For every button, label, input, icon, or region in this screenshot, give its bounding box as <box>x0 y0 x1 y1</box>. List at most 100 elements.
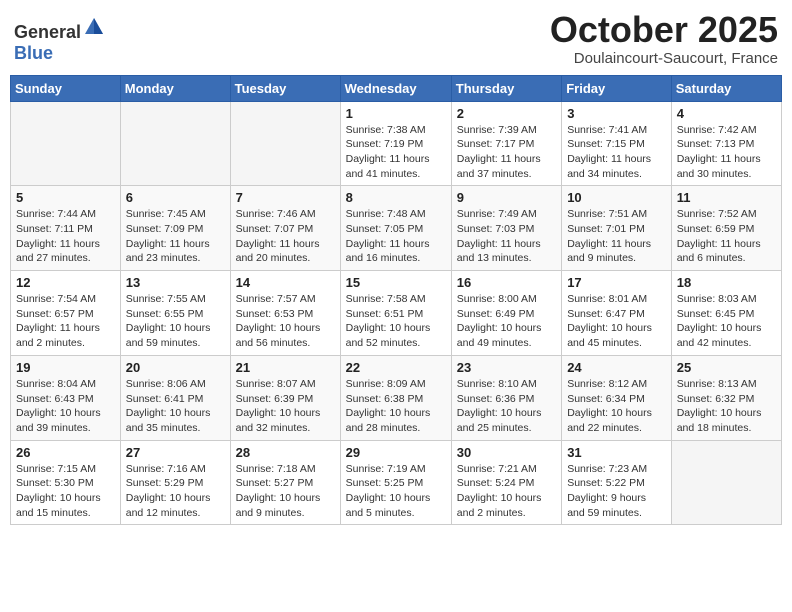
week-row-1: 1 Sunrise: 7:38 AMSunset: 7:19 PMDaylight… <box>11 101 782 186</box>
day-info: Sunrise: 8:12 AMSunset: 6:34 PMDaylight:… <box>567 377 666 436</box>
calendar-cell: 16 Sunrise: 8:00 AMSunset: 6:49 PMDayligh… <box>451 271 561 356</box>
calendar-cell: 3 Sunrise: 7:41 AMSunset: 7:15 PMDaylight… <box>562 101 672 186</box>
calendar-cell: 14 Sunrise: 7:57 AMSunset: 6:53 PMDayligh… <box>230 271 340 356</box>
day-number: 6 <box>126 190 225 205</box>
day-number: 4 <box>677 106 776 121</box>
weekday-header-row: SundayMondayTuesdayWednesdayThursdayFrid… <box>11 75 782 101</box>
weekday-header-sunday: Sunday <box>11 75 121 101</box>
calendar-cell <box>120 101 230 186</box>
calendar-cell: 13 Sunrise: 7:55 AMSunset: 6:55 PMDayligh… <box>120 271 230 356</box>
calendar-cell: 29 Sunrise: 7:19 AMSunset: 5:25 PMDayligh… <box>340 440 451 525</box>
day-info: Sunrise: 7:45 AMSunset: 7:09 PMDaylight:… <box>126 207 225 266</box>
day-info: Sunrise: 8:07 AMSunset: 6:39 PMDaylight:… <box>236 377 335 436</box>
calendar-cell: 22 Sunrise: 8:09 AMSunset: 6:38 PMDayligh… <box>340 355 451 440</box>
day-info: Sunrise: 7:21 AMSunset: 5:24 PMDaylight:… <box>457 462 556 521</box>
day-info: Sunrise: 7:49 AMSunset: 7:03 PMDaylight:… <box>457 207 556 266</box>
day-info: Sunrise: 8:00 AMSunset: 6:49 PMDaylight:… <box>457 292 556 351</box>
day-number: 24 <box>567 360 666 375</box>
weekday-header-monday: Monday <box>120 75 230 101</box>
day-info: Sunrise: 8:10 AMSunset: 6:36 PMDaylight:… <box>457 377 556 436</box>
week-row-2: 5Sunrise: 7:44 AMSunset: 7:11 PMDaylight… <box>11 186 782 271</box>
day-number: 2 <box>457 106 556 121</box>
calendar-cell: 6 Sunrise: 7:45 AMSunset: 7:09 PMDaylight… <box>120 186 230 271</box>
day-info: Sunrise: 7:23 AMSunset: 5:22 PMDaylight:… <box>567 462 666 521</box>
day-number: 28 <box>236 445 335 460</box>
calendar-cell: 31 Sunrise: 7:23 AMSunset: 5:22 PMDayligh… <box>562 440 672 525</box>
calendar-cell: 1 Sunrise: 7:38 AMSunset: 7:19 PMDaylight… <box>340 101 451 186</box>
calendar-cell: 26 Sunrise: 7:15 AMSunset: 5:30 PMDayligh… <box>11 440 121 525</box>
calendar-cell: 12 Sunrise: 7:54 AMSunset: 6:57 PMDayligh… <box>11 271 121 356</box>
day-info: Sunrise: 7:38 AMSunset: 7:19 PMDaylight:… <box>346 123 446 182</box>
day-info: Sunrise: 8:03 AMSunset: 6:45 PMDaylight:… <box>677 292 776 351</box>
calendar-cell: 4 Sunrise: 7:42 AMSunset: 7:13 PMDaylight… <box>671 101 781 186</box>
calendar-cell: 9 Sunrise: 7:49 AMSunset: 7:03 PMDaylight… <box>451 186 561 271</box>
calendar-cell: 15Sunrise: 7:58 AMSunset: 6:51 PMDayligh… <box>340 271 451 356</box>
day-number: 19 <box>16 360 115 375</box>
calendar-cell <box>230 101 340 186</box>
day-info: Sunrise: 8:09 AMSunset: 6:38 PMDaylight:… <box>346 377 446 436</box>
day-number: 12 <box>16 275 115 290</box>
weekday-header-wednesday: Wednesday <box>340 75 451 101</box>
day-number: 14 <box>236 275 335 290</box>
day-number: 22 <box>346 360 446 375</box>
day-number: 8 <box>346 190 446 205</box>
day-number: 13 <box>126 275 225 290</box>
calendar-cell: 18 Sunrise: 8:03 AMSunset: 6:45 PMDayligh… <box>671 271 781 356</box>
day-info: Sunrise: 7:55 AMSunset: 6:55 PMDaylight:… <box>126 292 225 351</box>
calendar-cell: 24 Sunrise: 8:12 AMSunset: 6:34 PMDayligh… <box>562 355 672 440</box>
calendar-cell: 23 Sunrise: 8:10 AMSunset: 6:36 PMDayligh… <box>451 355 561 440</box>
day-number: 1 <box>346 106 446 121</box>
day-number: 10 <box>567 190 666 205</box>
week-row-3: 12 Sunrise: 7:54 AMSunset: 6:57 PMDayligh… <box>11 271 782 356</box>
day-info: Sunrise: 7:51 AMSunset: 7:01 PMDaylight:… <box>567 207 666 266</box>
day-info: Sunrise: 7:54 AMSunset: 6:57 PMDaylight:… <box>16 292 115 351</box>
day-number: 3 <box>567 106 666 121</box>
day-number: 31 <box>567 445 666 460</box>
day-info: Sunrise: 7:18 AMSunset: 5:27 PMDaylight:… <box>236 462 335 521</box>
week-row-4: 19Sunrise: 8:04 AMSunset: 6:43 PMDayligh… <box>11 355 782 440</box>
calendar-cell: 7 Sunrise: 7:46 AMSunset: 7:07 PMDaylight… <box>230 186 340 271</box>
day-number: 9 <box>457 190 556 205</box>
day-number: 25 <box>677 360 776 375</box>
day-number: 26 <box>16 445 115 460</box>
month-title: October 2025 <box>550 10 778 50</box>
day-info: Sunrise: 7:41 AMSunset: 7:15 PMDaylight:… <box>567 123 666 182</box>
weekday-header-friday: Friday <box>562 75 672 101</box>
logo-icon <box>83 16 105 38</box>
calendar-cell: 19Sunrise: 8:04 AMSunset: 6:43 PMDayligh… <box>11 355 121 440</box>
day-number: 30 <box>457 445 556 460</box>
weekday-header-saturday: Saturday <box>671 75 781 101</box>
calendar-table: SundayMondayTuesdayWednesdayThursdayFrid… <box>10 75 782 526</box>
calendar-cell: 20Sunrise: 8:06 AMSunset: 6:41 PMDayligh… <box>120 355 230 440</box>
day-info: Sunrise: 7:57 AMSunset: 6:53 PMDaylight:… <box>236 292 335 351</box>
day-info: Sunrise: 7:16 AMSunset: 5:29 PMDaylight:… <box>126 462 225 521</box>
day-info: Sunrise: 7:15 AMSunset: 5:30 PMDaylight:… <box>16 462 115 521</box>
calendar-cell: 21Sunrise: 8:07 AMSunset: 6:39 PMDayligh… <box>230 355 340 440</box>
day-info: Sunrise: 8:13 AMSunset: 6:32 PMDaylight:… <box>677 377 776 436</box>
weekday-header-thursday: Thursday <box>451 75 561 101</box>
calendar-cell <box>11 101 121 186</box>
calendar-cell: 25 Sunrise: 8:13 AMSunset: 6:32 PMDayligh… <box>671 355 781 440</box>
page-header: General Blue October 2025 Doulaincourt-S… <box>10 10 782 67</box>
day-number: 23 <box>457 360 556 375</box>
day-info: Sunrise: 7:42 AMSunset: 7:13 PMDaylight:… <box>677 123 776 182</box>
calendar-cell: 27Sunrise: 7:16 AMSunset: 5:29 PMDayligh… <box>120 440 230 525</box>
day-info: Sunrise: 7:39 AMSunset: 7:17 PMDaylight:… <box>457 123 556 182</box>
day-number: 16 <box>457 275 556 290</box>
day-number: 5 <box>16 190 115 205</box>
logo-blue: Blue <box>14 43 53 63</box>
calendar-cell: 30 Sunrise: 7:21 AMSunset: 5:24 PMDayligh… <box>451 440 561 525</box>
title-block: October 2025 Doulaincourt-Saucourt, Fran… <box>550 10 778 67</box>
logo-text: General Blue <box>14 16 105 64</box>
calendar-cell: 17Sunrise: 8:01 AMSunset: 6:47 PMDayligh… <box>562 271 672 356</box>
day-number: 15 <box>346 275 446 290</box>
day-info: Sunrise: 7:19 AMSunset: 5:25 PMDaylight:… <box>346 462 446 521</box>
day-number: 17 <box>567 275 666 290</box>
week-row-5: 26 Sunrise: 7:15 AMSunset: 5:30 PMDayligh… <box>11 440 782 525</box>
day-info: Sunrise: 7:48 AMSunset: 7:05 PMDaylight:… <box>346 207 446 266</box>
day-info: Sunrise: 7:46 AMSunset: 7:07 PMDaylight:… <box>236 207 335 266</box>
day-number: 18 <box>677 275 776 290</box>
day-number: 29 <box>346 445 446 460</box>
day-number: 7 <box>236 190 335 205</box>
day-info: Sunrise: 7:52 AMSunset: 6:59 PMDaylight:… <box>677 207 776 266</box>
